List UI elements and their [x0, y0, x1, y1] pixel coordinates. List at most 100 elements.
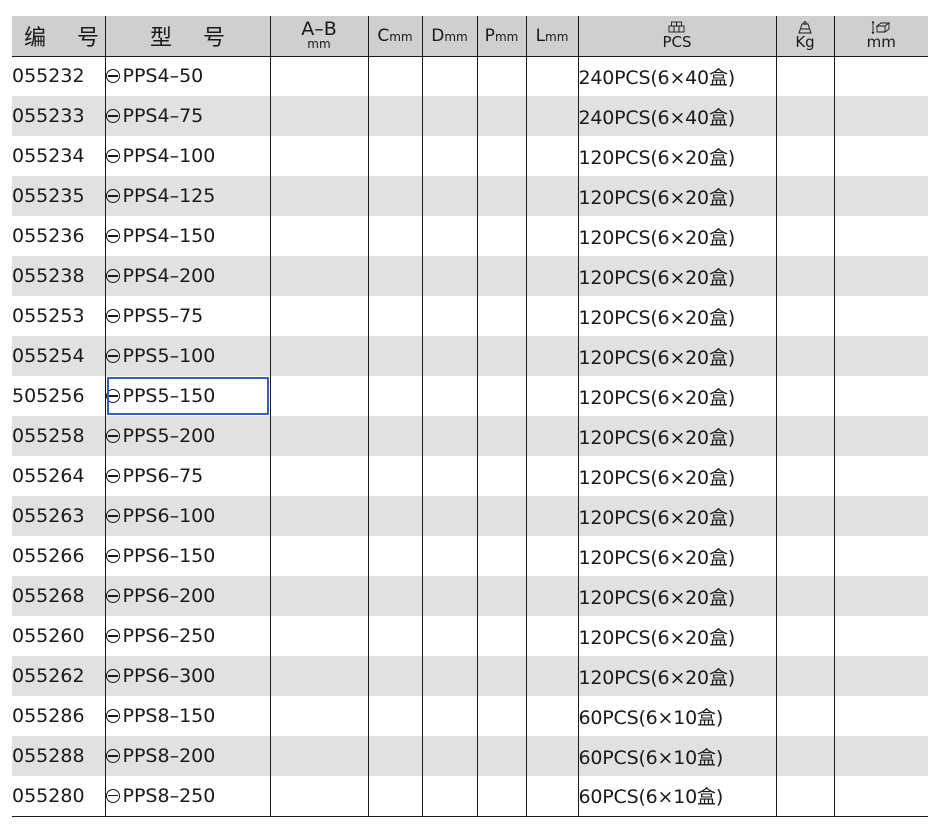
cell-l[interactable] [525, 656, 578, 696]
cell-kg[interactable] [775, 656, 834, 696]
cell-p[interactable] [476, 336, 526, 376]
cell-ab[interactable] [269, 296, 368, 336]
cell-l[interactable] [525, 176, 578, 216]
cell-p[interactable] [476, 456, 526, 496]
cell-l[interactable] [525, 296, 578, 336]
cell-box[interactable] [833, 296, 928, 336]
cell-ab[interactable] [269, 616, 368, 656]
cell-packing[interactable]: 120PCS(6×20盒) [577, 376, 776, 416]
cell-packing[interactable]: 120PCS(6×20盒) [577, 136, 776, 176]
cell-packing[interactable]: 120PCS(6×20盒) [577, 576, 776, 616]
table-row[interactable]: 505256 PPS5–150 120PCS(6×20盒) [12, 376, 928, 416]
cell-box[interactable] [833, 336, 928, 376]
cell-p[interactable] [476, 96, 526, 136]
header-ab[interactable]: A–B mm [269, 16, 368, 57]
cell-packing[interactable]: 120PCS(6×20盒) [577, 256, 776, 296]
cell-l[interactable] [525, 576, 578, 616]
cell-d[interactable] [421, 376, 477, 416]
cell-l[interactable] [525, 376, 578, 416]
cell-code[interactable]: 055260 [12, 616, 105, 656]
table-row[interactable]: 055232 PPS4–50 240PCS(6×40盒) [12, 56, 928, 96]
cell-model[interactable]: PPS4–50 [104, 56, 270, 96]
cell-box[interactable] [833, 416, 928, 456]
cell-kg[interactable] [775, 776, 834, 816]
cell-code[interactable]: 055238 [12, 256, 105, 296]
cell-l[interactable] [525, 416, 578, 456]
cell-d[interactable] [421, 496, 477, 536]
cell-l[interactable] [525, 496, 578, 536]
cell-code[interactable]: 055286 [12, 696, 105, 736]
table-row[interactable]: 055236 PPS4–150 120PCS(6×20盒) [12, 216, 928, 256]
cell-code[interactable]: 055263 [12, 496, 105, 536]
cell-kg[interactable] [775, 176, 834, 216]
cell-ab[interactable] [269, 96, 368, 136]
cell-ab[interactable] [269, 696, 368, 736]
cell-d[interactable] [421, 256, 477, 296]
cell-packing[interactable]: 120PCS(6×20盒) [577, 456, 776, 496]
cell-p[interactable] [476, 736, 526, 776]
cell-packing[interactable]: 120PCS(6×20盒) [577, 296, 776, 336]
cell-ab[interactable] [269, 656, 368, 696]
cell-code[interactable]: 055233 [12, 96, 105, 136]
cell-code[interactable]: 055232 [12, 56, 105, 96]
cell-model[interactable]: PPS8–200 [104, 736, 270, 776]
table-row[interactable]: 055238 PPS4–200 120PCS(6×20盒) [12, 256, 928, 296]
cell-ab[interactable] [269, 256, 368, 296]
cell-model[interactable]: PPS6–150 [104, 536, 270, 576]
cell-box[interactable] [833, 136, 928, 176]
cell-ab[interactable] [269, 136, 368, 176]
cell-l[interactable] [525, 776, 578, 816]
cell-p[interactable] [476, 376, 526, 416]
table-row[interactable]: 055288 PPS8–200 60PCS(6×10盒) [12, 736, 928, 776]
cell-code[interactable]: 055262 [12, 656, 105, 696]
cell-code[interactable]: 055266 [12, 536, 105, 576]
cell-d[interactable] [421, 96, 477, 136]
cell-p[interactable] [476, 176, 526, 216]
cell-model[interactable]: PPS4–75 [104, 96, 270, 136]
table-row[interactable]: 055268 PPS6–200 120PCS(6×20盒) [12, 576, 928, 616]
cell-c[interactable] [367, 536, 422, 576]
cell-ab[interactable] [269, 536, 368, 576]
cell-kg[interactable] [775, 96, 834, 136]
cell-c[interactable] [367, 376, 422, 416]
cell-kg[interactable] [775, 496, 834, 536]
cell-d[interactable] [421, 696, 477, 736]
header-box[interactable]: mm [833, 16, 928, 57]
cell-c[interactable] [367, 776, 422, 816]
cell-code[interactable]: 055254 [12, 336, 105, 376]
cell-box[interactable] [833, 256, 928, 296]
cell-p[interactable] [476, 496, 526, 536]
cell-code[interactable]: 055253 [12, 296, 105, 336]
cell-model[interactable]: PPS4–150 [104, 216, 270, 256]
cell-packing[interactable]: 120PCS(6×20盒) [577, 536, 776, 576]
cell-box[interactable] [833, 776, 928, 816]
cell-p[interactable] [476, 616, 526, 656]
cell-c[interactable] [367, 576, 422, 616]
cell-kg[interactable] [775, 416, 834, 456]
cell-kg[interactable] [775, 616, 834, 656]
cell-d[interactable] [421, 456, 477, 496]
cell-c[interactable] [367, 416, 422, 456]
cell-code[interactable]: 055264 [12, 456, 105, 496]
cell-c[interactable] [367, 216, 422, 256]
cell-model[interactable]: PPS6–75 [104, 456, 270, 496]
cell-c[interactable] [367, 176, 422, 216]
cell-code[interactable]: 505256 [12, 376, 105, 416]
cell-d[interactable] [421, 656, 477, 696]
cell-c[interactable] [367, 336, 422, 376]
table-row[interactable]: 055263 PPS6–100 120PCS(6×20盒) [12, 496, 928, 536]
header-code[interactable]: 编 号 [12, 16, 105, 57]
cell-model[interactable]: PPS5–75 [104, 296, 270, 336]
cell-c[interactable] [367, 736, 422, 776]
cell-packing[interactable]: 60PCS(6×10盒) [577, 696, 776, 736]
header-kg[interactable]: Kg [775, 16, 834, 57]
cell-packing[interactable]: 120PCS(6×20盒) [577, 496, 776, 536]
cell-ab[interactable] [269, 576, 368, 616]
table-row[interactable]: 055286 PPS8–150 60PCS(6×10盒) [12, 696, 928, 736]
cell-box[interactable] [833, 176, 928, 216]
cell-c[interactable] [367, 96, 422, 136]
cell-p[interactable] [476, 576, 526, 616]
table-row[interactable]: 055264 PPS6–75 120PCS(6×20盒) [12, 456, 928, 496]
cell-model[interactable]: PPS6–250 [104, 616, 270, 656]
cell-kg[interactable] [775, 376, 834, 416]
